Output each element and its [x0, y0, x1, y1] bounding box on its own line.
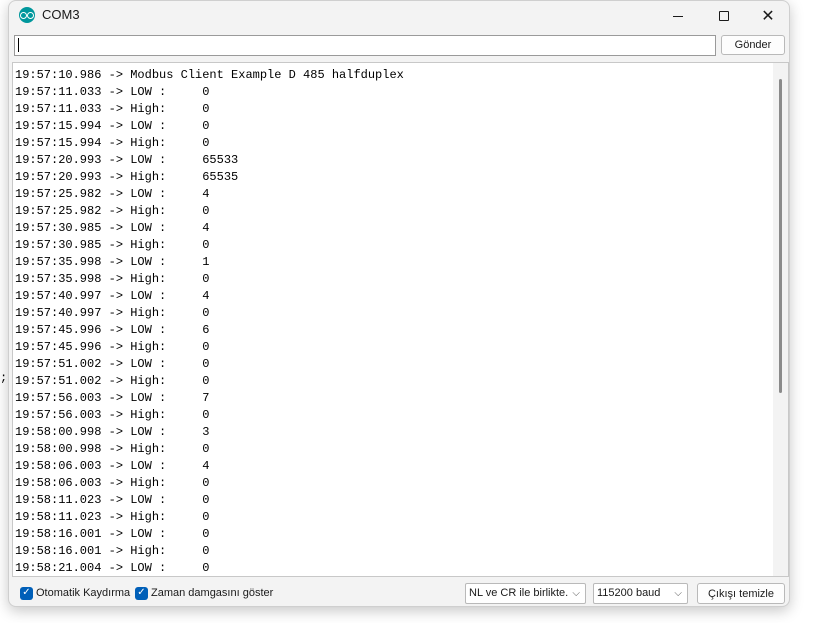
output-line: 19:58:00.998 -> LOW : 3 [15, 425, 210, 439]
output-line: 19:57:51.002 -> High: 0 [15, 374, 210, 388]
output-line: 19:57:56.003 -> LOW : 7 [15, 391, 210, 405]
output-line: 19:57:11.033 -> High: 0 [15, 102, 210, 116]
output-line: 19:57:20.993 -> High: 65535 [15, 170, 239, 184]
chevron-down-icon: ⌵ [674, 588, 682, 599]
close-icon: ✕ [761, 6, 775, 25]
output-line: 19:58:00.998 -> High: 0 [15, 442, 210, 456]
minimize-icon [673, 15, 683, 17]
output-line: 19:57:45.996 -> High: 0 [15, 340, 210, 354]
output-lines: 19:57:10.986 -> Modbus Client Example D … [15, 67, 404, 576]
output-line: 19:57:40.997 -> High: 0 [15, 306, 210, 320]
timestamp-checkbox[interactable]: ✓ [135, 586, 148, 600]
output-line: 19:58:06.003 -> High: 0 [15, 476, 210, 490]
output-line: 19:57:20.993 -> LOW : 65533 [15, 153, 239, 167]
output-line: 19:58:16.001 -> High: 0 [15, 544, 210, 558]
timestamp-toggle[interactable]: ✓ Zaman damgasını göster [135, 586, 273, 600]
clear-output-button[interactable]: Çıkışı temizle [697, 583, 785, 604]
window-title: COM3 [42, 7, 80, 22]
output-line: 19:58:21.004 -> LOW : 0 [15, 561, 210, 575]
output-line: 19:58:11.023 -> LOW : 0 [15, 493, 210, 507]
chevron-down-icon: ⌵ [572, 588, 580, 599]
baud-rate-value: 115200 baud [597, 587, 661, 599]
output-line: 19:57:25.982 -> LOW : 4 [15, 187, 210, 201]
output-line: 19:57:25.982 -> High: 0 [15, 204, 210, 218]
maximize-button[interactable] [701, 1, 747, 31]
output-line: 19:57:30.985 -> High: 0 [15, 238, 210, 252]
autoscroll-checkbox[interactable]: ✓ [20, 586, 33, 600]
output-line: 19:57:11.033 -> LOW : 0 [15, 85, 210, 99]
output-line: 19:57:30.985 -> LOW : 4 [15, 221, 210, 235]
output-line: 19:57:51.002 -> LOW : 0 [15, 357, 210, 371]
text-caret [18, 38, 19, 52]
serial-output[interactable]: 19:57:10.986 -> Modbus Client Example D … [12, 62, 789, 577]
bottom-toolbar: ✓ Otomatik Kaydırma ✓ Zaman damgasını gö… [9, 579, 789, 606]
serial-monitor-window: COM3 ✕ Gönder 19:57:10.986 -> Modbus Cli… [8, 0, 790, 607]
output-line: 19:57:35.998 -> High: 0 [15, 272, 210, 286]
maximize-icon [719, 11, 729, 21]
send-button[interactable]: Gönder [721, 35, 785, 55]
output-line: 19:57:56.003 -> High: 0 [15, 408, 210, 422]
send-input[interactable] [14, 35, 716, 56]
output-line: 19:57:40.997 -> LOW : 4 [15, 289, 210, 303]
stray-semicolon: ; [0, 371, 8, 385]
output-line: 19:57:15.994 -> High: 0 [15, 136, 210, 150]
vertical-scrollbar[interactable] [773, 63, 788, 576]
output-line: 19:57:45.996 -> LOW : 6 [15, 323, 210, 337]
scrollbar-thumb[interactable] [779, 79, 782, 393]
autoscroll-label: Otomatik Kaydırma [36, 587, 131, 599]
line-ending-value: NL ve CR ile birlikte. [469, 587, 569, 599]
output-line: 19:57:35.998 -> LOW : 1 [15, 255, 210, 269]
output-line: 19:57:10.986 -> Modbus Client Example D … [15, 68, 404, 82]
output-line: 19:58:06.003 -> LOW : 4 [15, 459, 210, 473]
close-button[interactable]: ✕ [745, 1, 789, 31]
title-bar[interactable]: COM3 ✕ [9, 1, 789, 31]
autoscroll-toggle[interactable]: ✓ Otomatik Kaydırma [20, 586, 130, 600]
timestamp-label: Zaman damgasını göster [151, 587, 274, 599]
output-line: 19:58:16.001 -> LOW : 0 [15, 527, 210, 541]
minimize-button[interactable] [655, 1, 701, 31]
arduino-icon [19, 7, 35, 23]
output-line: 19:57:15.994 -> LOW : 0 [15, 119, 210, 133]
line-ending-select[interactable]: NL ve CR ile birlikte. ⌵ [465, 583, 586, 604]
baud-rate-select[interactable]: 115200 baud ⌵ [593, 583, 688, 604]
output-line: 19:58:11.023 -> High: 0 [15, 510, 210, 524]
